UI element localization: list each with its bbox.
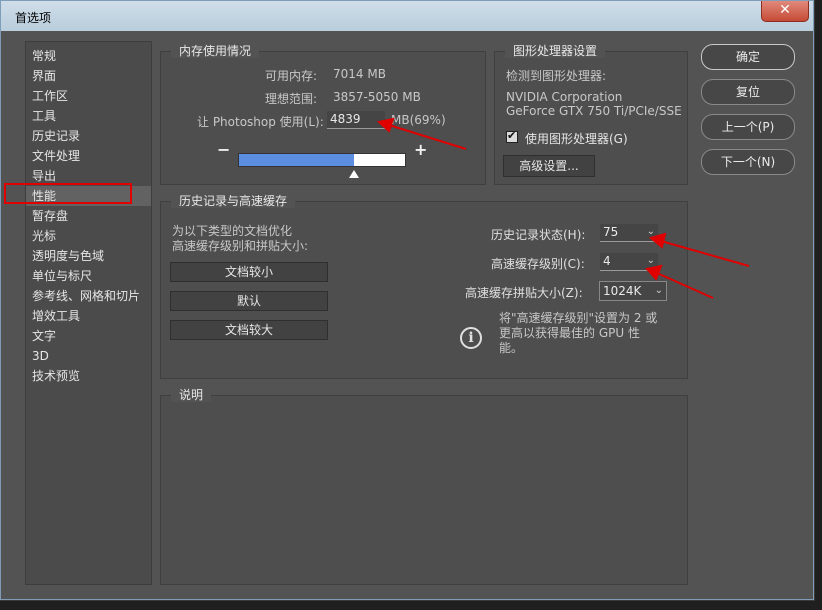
history-panel-title: 历史记录与高速缓存 [171, 194, 296, 208]
chevron-down-icon: ⌄ [654, 285, 663, 296]
sidebar-item-tools[interactable]: 工具 [26, 106, 151, 126]
gpu-settings-panel: 图形处理器设置 检测到图形处理器: NVIDIA Corporation GeF… [494, 44, 688, 185]
memory-slider-thumb[interactable] [348, 170, 359, 178]
memory-use-input[interactable]: 4839 [327, 111, 385, 129]
sidebar-item-transparency-gamut[interactable]: 透明度与色域 [26, 246, 151, 266]
default-button[interactable]: 默认 [170, 291, 328, 311]
use-gpu-label: 使用图形处理器(G) [525, 132, 628, 146]
memory-slider[interactable] [238, 153, 406, 178]
memory-slider-fill [239, 154, 354, 166]
sidebar-item-cursors[interactable]: 光标 [26, 226, 151, 246]
sidebar-item-history-log[interactable]: 历史记录 [26, 126, 151, 146]
ideal-range-value: 3857-5050 MB [333, 90, 421, 104]
ideal-range-label: 理想范围: [265, 92, 318, 106]
optimize-text-line2: 高速缓存级别和拼贴大小: [172, 239, 309, 253]
history-cache-panel: 历史记录与高速缓存 为以下类型的文档优化 高速缓存级别和拼贴大小: 文档较小 默… [160, 194, 688, 379]
cache-tile-size-label: 高速缓存拼贴大小(Z): [465, 286, 583, 300]
history-states-dropdown[interactable]: 75 ⌄ [600, 224, 658, 242]
sidebar-item-scratch-disks[interactable]: 暂存盘 [26, 206, 151, 226]
history-states-value: 75 [603, 225, 619, 239]
memory-usage-panel: 内存使用情况 可用内存: 7014 MB 理想范围: 3857-5050 MB … [160, 44, 486, 185]
photoshop-use-label: 让 Photoshop 使用(L): [197, 115, 324, 129]
checkmark-icon: ✔ [507, 129, 517, 142]
sidebar-item-interface[interactable]: 界面 [26, 66, 151, 86]
gpu-detected-label: 检测到图形处理器: [506, 69, 607, 83]
reset-button[interactable]: 复位 [701, 79, 795, 105]
gpu-model: GeForce GTX 750 Ti/PCIe/SSE [506, 104, 682, 118]
cache-levels-label: 高速缓存级别(C): [491, 257, 585, 271]
preferences-dialog: 首选项 ✕ 常规 界面 工作区 工具 历史记录 文件处理 导出 性能 暂存盘 光… [0, 0, 814, 600]
description-panel: 说明 [160, 388, 688, 585]
description-panel-title: 说明 [171, 388, 212, 402]
sidebar-item-technology-previews[interactable]: 技术预览 [26, 366, 151, 386]
history-states-label: 历史记录状态(H): [491, 228, 586, 242]
available-memory-label: 可用内存: [265, 69, 318, 83]
sidebar-item-plugins[interactable]: 增效工具 [26, 306, 151, 326]
minus-icon[interactable]: − [217, 140, 230, 159]
close-button[interactable]: ✕ [761, 1, 809, 22]
sidebar-item-workspace[interactable]: 工作区 [26, 86, 151, 106]
close-icon: ✕ [779, 2, 791, 18]
sidebar-item-guides-grid-slices[interactable]: 参考线、网格和切片 [26, 286, 151, 306]
chevron-down-icon: ⌄ [646, 226, 655, 237]
sidebar-item-file-handling[interactable]: 文件处理 [26, 146, 151, 166]
info-text-line3: 能。 [499, 341, 524, 355]
tall-thin-button[interactable]: 文档较小 [170, 262, 328, 282]
info-icon: i [460, 327, 482, 349]
sidebar-item-3d[interactable]: 3D [26, 346, 151, 366]
cache-tile-size-dropdown[interactable]: 1024K ⌄ [599, 281, 667, 301]
previous-button[interactable]: 上一个(P) [701, 114, 795, 140]
sidebar-item-units-rulers[interactable]: 单位与标尺 [26, 266, 151, 286]
window-title: 首选项 [15, 11, 52, 25]
annotation-highlight-box [4, 183, 132, 204]
chevron-down-icon: ⌄ [646, 255, 655, 266]
use-gpu-checkbox[interactable]: ✔ [506, 129, 518, 143]
big-flat-button[interactable]: 文档较大 [170, 320, 328, 340]
advanced-settings-button[interactable]: 高级设置... [503, 155, 595, 177]
cache-tile-size-value: 1024K [603, 284, 642, 298]
category-list: 常规 界面 工作区 工具 历史记录 文件处理 导出 性能 暂存盘 光标 透明度与… [25, 41, 152, 585]
memory-panel-title: 内存使用情况 [171, 44, 260, 58]
plus-icon[interactable]: + [414, 140, 427, 159]
cache-levels-dropdown[interactable]: 4 ⌄ [600, 253, 658, 271]
sidebar-item-type[interactable]: 文字 [26, 326, 151, 346]
memory-use-suffix: MB(69%) [391, 113, 446, 127]
gpu-panel-title: 图形处理器设置 [505, 44, 606, 58]
sidebar-item-general[interactable]: 常规 [26, 46, 151, 66]
next-button[interactable]: 下一个(N) [701, 149, 795, 175]
available-memory-value: 7014 MB [333, 67, 386, 81]
gpu-vendor: NVIDIA Corporation [506, 90, 623, 104]
title-bar: 首选项 ✕ [1, 1, 813, 31]
cache-levels-value: 4 [603, 254, 611, 268]
ok-button[interactable]: 确定 [701, 44, 795, 70]
